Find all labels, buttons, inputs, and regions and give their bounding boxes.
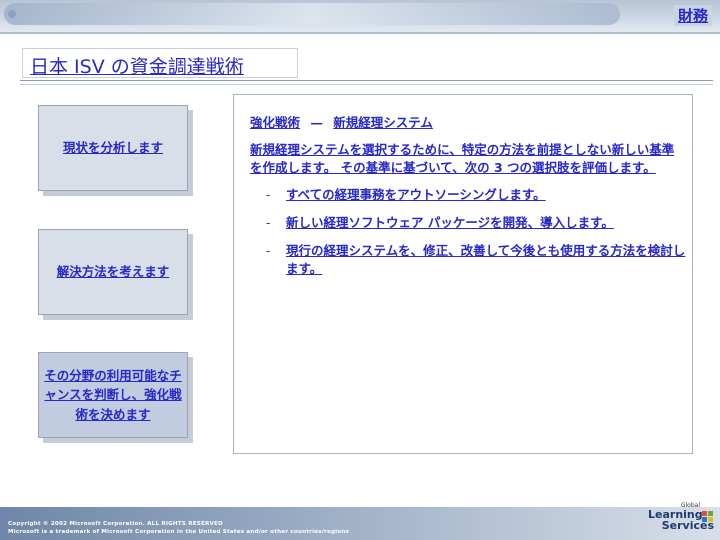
bullet-dash: - [266, 215, 271, 231]
banner-pill [4, 3, 620, 25]
top-banner [0, 0, 720, 32]
option-new-software-link[interactable]: 新しい経理ソフトウェア パッケージを開発、導入します。 [286, 215, 614, 230]
page-title[interactable]: 日本 ISV の資金調達戦術 [30, 52, 244, 79]
heading-separator: — [310, 115, 323, 130]
panel-heading: 強化戦術 — 新規経理システム [250, 112, 433, 131]
list-item: - 新しい経理ソフトウェア パッケージを開発、導入します。 [266, 214, 686, 232]
title-rule [20, 80, 713, 81]
option-outsource-link[interactable]: すべての経理事務をアウトソーシングします。 [286, 187, 546, 202]
learning-services-logo: Global Learning Services [648, 502, 714, 538]
step-strategy-button[interactable]: その分野の利用可能なチャンスを判断し、強化戦術を決めます [38, 352, 188, 438]
copyright-line-2: Microsoft is a trademark of Microsoft Co… [8, 528, 350, 535]
step-solution-button[interactable]: 解決方法を考えます [38, 229, 188, 315]
panel-body-text[interactable]: 新規経理システムを選択するために、特定の方法を前提としない新しい基準を作成します… [250, 141, 680, 177]
bullet-dash: - [266, 243, 271, 259]
step-analyze-button[interactable]: 現状を分析します [38, 105, 188, 191]
option-list: - すべての経理事務をアウトソーシングします。 - 新しい経理ソフトウェア パッ… [266, 186, 686, 289]
option-improve-current-link[interactable]: 現行の経理システムを、修正、改善して今後とも使用する方法を検討します。 [286, 243, 685, 276]
banner-divider [0, 32, 720, 34]
copyright-text: Copyright © 2002 Microsoft Corporation. … [8, 521, 349, 536]
list-item: - 現行の経理システムを、修正、改善して今後とも使用する方法を検討します。 [266, 242, 686, 278]
windows-flag-icon [702, 511, 714, 523]
finance-link[interactable]: 財務 [673, 5, 712, 26]
title-rule-secondary [20, 84, 713, 85]
heading-system-link[interactable]: 新規経理システム [333, 115, 433, 130]
bullet-dash: - [266, 187, 271, 202]
copyright-line-1: Copyright © 2002 Microsoft Corporation. … [8, 521, 223, 527]
heading-strategy-link[interactable]: 強化戦術 [250, 115, 300, 130]
banner-dot-icon [8, 10, 16, 18]
list-item: - すべての経理事務をアウトソーシングします。 [266, 186, 686, 204]
